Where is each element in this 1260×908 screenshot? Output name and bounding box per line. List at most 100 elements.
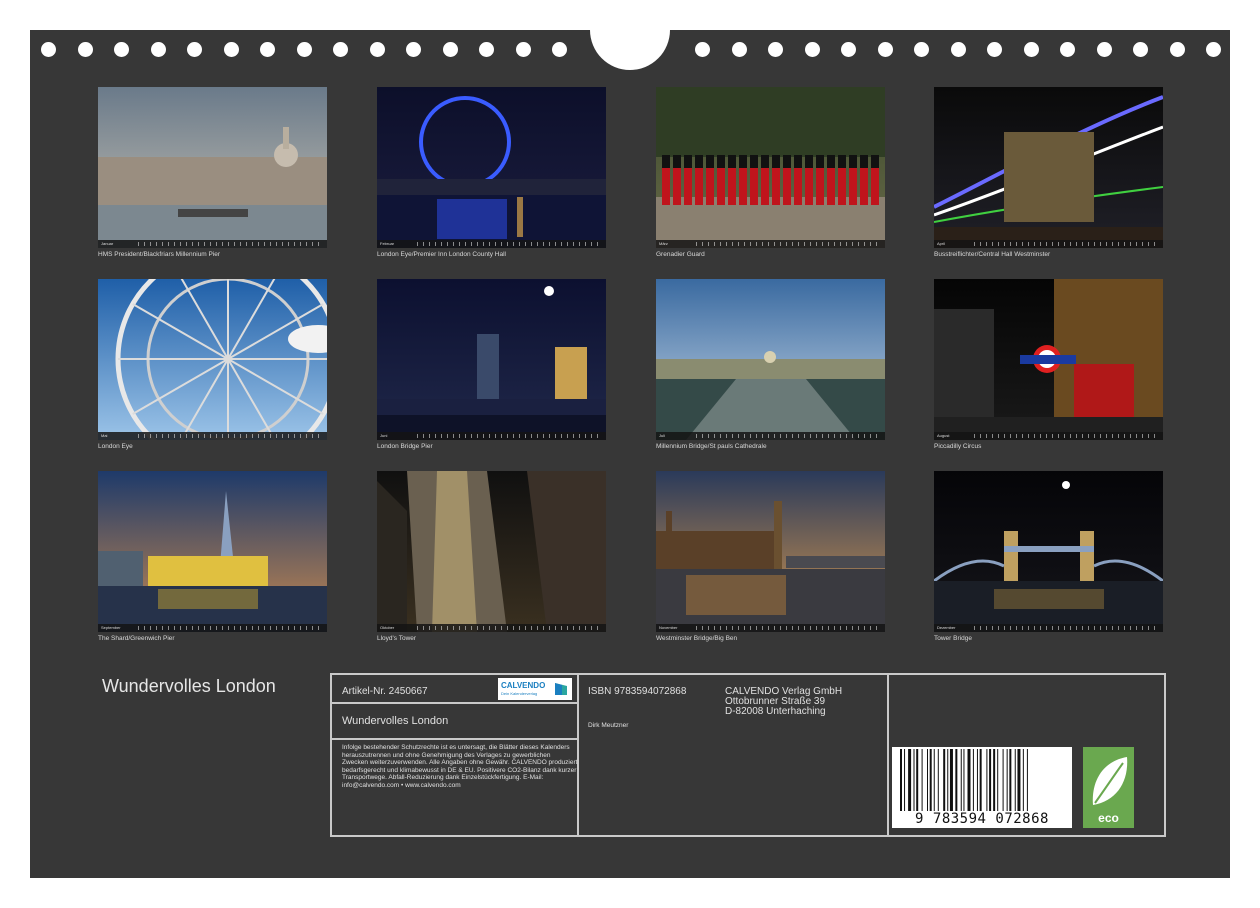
binding-hole — [296, 42, 312, 57]
leaf-icon — [1092, 757, 1128, 805]
binding-hole — [333, 42, 348, 57]
calvendo-mark-icon — [555, 683, 567, 695]
photo-illustration — [377, 279, 606, 440]
month-name: November — [659, 625, 678, 630]
month-name: Oktober — [380, 625, 395, 630]
month-name: Dezember — [937, 625, 956, 630]
month-caption: The Shard/Greenwich Pier — [98, 635, 175, 642]
day-grid — [417, 242, 603, 246]
photo-illustration — [98, 87, 327, 248]
month-tile: Dezember Tower Bridge — [934, 471, 1163, 643]
month-photo: Juni — [377, 279, 606, 440]
month-calendar-strip: März — [656, 240, 885, 248]
month-caption: London Bridge Pier — [377, 443, 433, 450]
month-name: August — [937, 433, 950, 438]
month-calendar-strip: Oktober — [377, 624, 606, 632]
month-calendar-strip: Januar — [98, 240, 327, 248]
month-tile: Oktober Lloyd's Tower — [377, 471, 606, 643]
isbn-barcode: 9 783594 072868 — [892, 747, 1072, 828]
hanger-notch — [590, 0, 670, 70]
month-calendar-strip: Juni — [377, 432, 606, 440]
day-grid — [138, 434, 324, 438]
photo-illustration — [656, 87, 885, 248]
day-grid — [138, 242, 324, 246]
barcode-digits: 9 783594 072868 — [915, 811, 1049, 827]
month-calendar-strip: August — [934, 432, 1163, 440]
binding-hole — [950, 42, 966, 57]
author: Dirk Meutzner — [588, 722, 629, 729]
month-caption: Piccadilly Circus — [934, 443, 982, 450]
divider — [332, 702, 577, 704]
barcode-bars — [900, 749, 1028, 811]
month-photo: August — [934, 279, 1163, 440]
binding-hole — [987, 42, 1002, 57]
month-calendar-strip: November — [656, 624, 885, 632]
month-photo: April — [934, 87, 1163, 248]
binding-hole — [406, 42, 421, 57]
day-grid — [696, 626, 882, 630]
photo-illustration — [98, 471, 327, 632]
binding-hole — [77, 42, 93, 57]
day-grid — [417, 626, 603, 630]
binding-hole — [1023, 42, 1039, 57]
month-tile: Juni London Bridge Pier — [377, 279, 606, 451]
calendar-title: Wundervolles London — [102, 676, 276, 696]
month-calendar-strip: Dezember — [934, 624, 1163, 632]
photo-illustration — [377, 87, 606, 248]
binding-hole — [150, 42, 166, 57]
publisher-city: D-82008 Unterhaching — [725, 706, 826, 717]
month-calendar-strip: April — [934, 240, 1163, 248]
day-grid — [417, 434, 603, 438]
month-photo: September — [98, 471, 327, 632]
month-photo: Oktober — [377, 471, 606, 632]
month-caption: Millennium Bridge/St pauls Cathedrale — [656, 443, 767, 450]
month-caption: HMS President/Blackfriars Millennium Pie… — [98, 251, 221, 258]
binding-hole — [1169, 42, 1185, 57]
logo-word: CALVENDO — [501, 681, 546, 690]
photo-illustration — [934, 87, 1163, 248]
day-grid — [974, 242, 1160, 246]
day-grid — [138, 626, 324, 630]
binding-hole — [552, 42, 567, 57]
month-photo: Dezember — [934, 471, 1163, 632]
binding-hole — [41, 42, 56, 57]
binding-hole — [841, 42, 856, 57]
month-name: Juli — [659, 433, 666, 438]
binding-hole — [114, 42, 129, 57]
month-calendar-strip: Mai — [98, 432, 327, 440]
binding-hole — [1060, 42, 1075, 57]
divider — [887, 675, 889, 835]
binding-hole — [1206, 42, 1221, 57]
month-photo: März — [656, 87, 885, 248]
divider — [332, 738, 577, 740]
month-photo: Januar — [98, 87, 327, 248]
month-name: Juni — [380, 433, 388, 438]
calendar-back-page: Januar HMS President/Blackfriars Millenni… — [30, 0, 1230, 878]
binding-hole — [877, 42, 893, 57]
month-calendar-strip: Juli — [656, 432, 885, 440]
binding-hole — [1096, 42, 1112, 57]
month-tile: Juli Millennium Bridge/St pauls Cathedral… — [656, 279, 885, 451]
day-grid — [974, 626, 1160, 630]
month-calendar-strip: Februar — [377, 240, 606, 248]
month-caption: Grenadier Guard — [656, 251, 705, 258]
binding-hole — [223, 42, 239, 57]
binding-hole — [914, 42, 929, 57]
month-caption: London Eye — [98, 443, 133, 450]
eco-badge: eco — [1083, 747, 1134, 828]
binding-hole — [369, 42, 385, 57]
binding-hole — [768, 42, 783, 57]
legal-text: Infolge bestehender Schutzrechte ist es … — [342, 744, 578, 789]
month-name: Mai — [101, 433, 108, 438]
photo-illustration — [98, 279, 327, 440]
month-tile: April Busstreiflichter/Central Hall Westm… — [934, 87, 1163, 259]
photo-illustration — [934, 471, 1163, 632]
day-grid — [974, 434, 1160, 438]
month-photo: November — [656, 471, 885, 632]
calvendo-logo: CALVENDO Dein Kalenderverlag — [498, 678, 572, 700]
photo-illustration — [934, 279, 1163, 440]
photo-illustration — [377, 471, 606, 632]
binding-hole — [695, 42, 710, 57]
binding-hole — [260, 42, 275, 57]
month-caption: London Eye/Premier Inn London County Hal… — [377, 251, 506, 258]
